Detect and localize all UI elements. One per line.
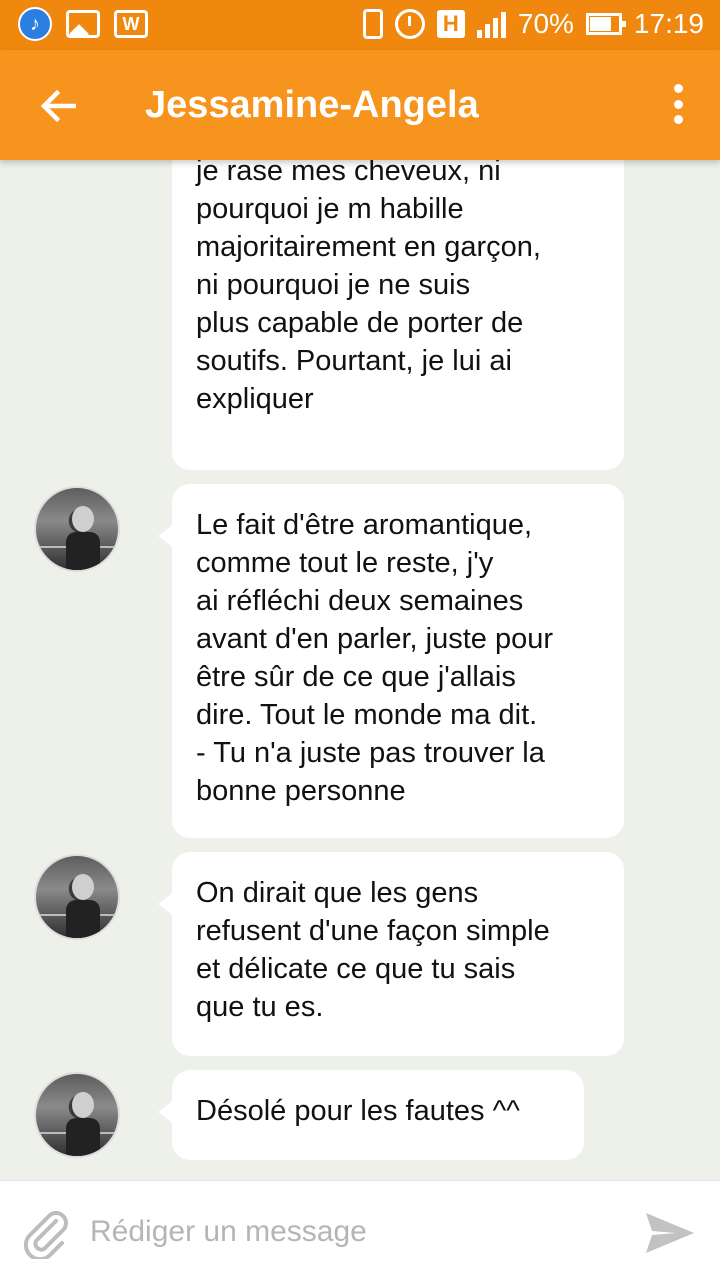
- alarm-icon: [394, 9, 425, 39]
- signal-icon: [476, 10, 506, 38]
- arrow-left-icon: [40, 90, 76, 122]
- battery-percentage: 70%: [517, 8, 574, 39]
- image-icon: [66, 10, 100, 38]
- status-bar: ♪ W H 70% 17:19: [0, 0, 720, 50]
- conversation-title: Jessamine-Angela: [145, 84, 479, 126]
- back-button[interactable]: [30, 78, 86, 134]
- more-options-button[interactable]: [666, 84, 690, 124]
- message-text: On dirait que les gens refusent d'une fa…: [196, 877, 550, 1023]
- send-icon[interactable]: [642, 1205, 698, 1261]
- message-composer: [0, 1180, 720, 1281]
- app-bar: Jessamine-Angela: [0, 50, 720, 160]
- avatar[interactable]: [34, 854, 120, 940]
- message-list[interactable]: Elle comprend pas pourquoi je rase mes c…: [0, 160, 720, 1180]
- clock: 17:19: [633, 8, 704, 39]
- message-text: Désolé pour les fautes ^^: [196, 1095, 520, 1127]
- w-app-icon: W: [114, 10, 148, 38]
- message-bubble[interactable]: Le fait d'être aromantique, comme tout l…: [158, 484, 624, 838]
- message-bubble[interactable]: On dirait que les gens refusent d'une fa…: [158, 852, 624, 1056]
- battery-icon: [585, 13, 626, 35]
- avatar[interactable]: [34, 1072, 120, 1158]
- message-input[interactable]: [88, 1205, 612, 1259]
- network-h-icon: H: [436, 10, 465, 38]
- message-text: Elle comprend pas pourquoi je rase mes c…: [196, 160, 541, 415]
- vibrate-icon: [362, 9, 383, 39]
- paperclip-icon[interactable]: [20, 1207, 72, 1259]
- avatar[interactable]: [34, 486, 120, 572]
- message-text: Le fait d'être aromantique, comme tout l…: [196, 509, 553, 807]
- message-bubble[interactable]: Désolé pour les fautes ^^: [158, 1070, 584, 1160]
- more-vert-icon: [673, 84, 683, 93]
- music-icon: ♪: [18, 7, 52, 41]
- message-bubble[interactable]: Elle comprend pas pourquoi je rase mes c…: [172, 160, 624, 470]
